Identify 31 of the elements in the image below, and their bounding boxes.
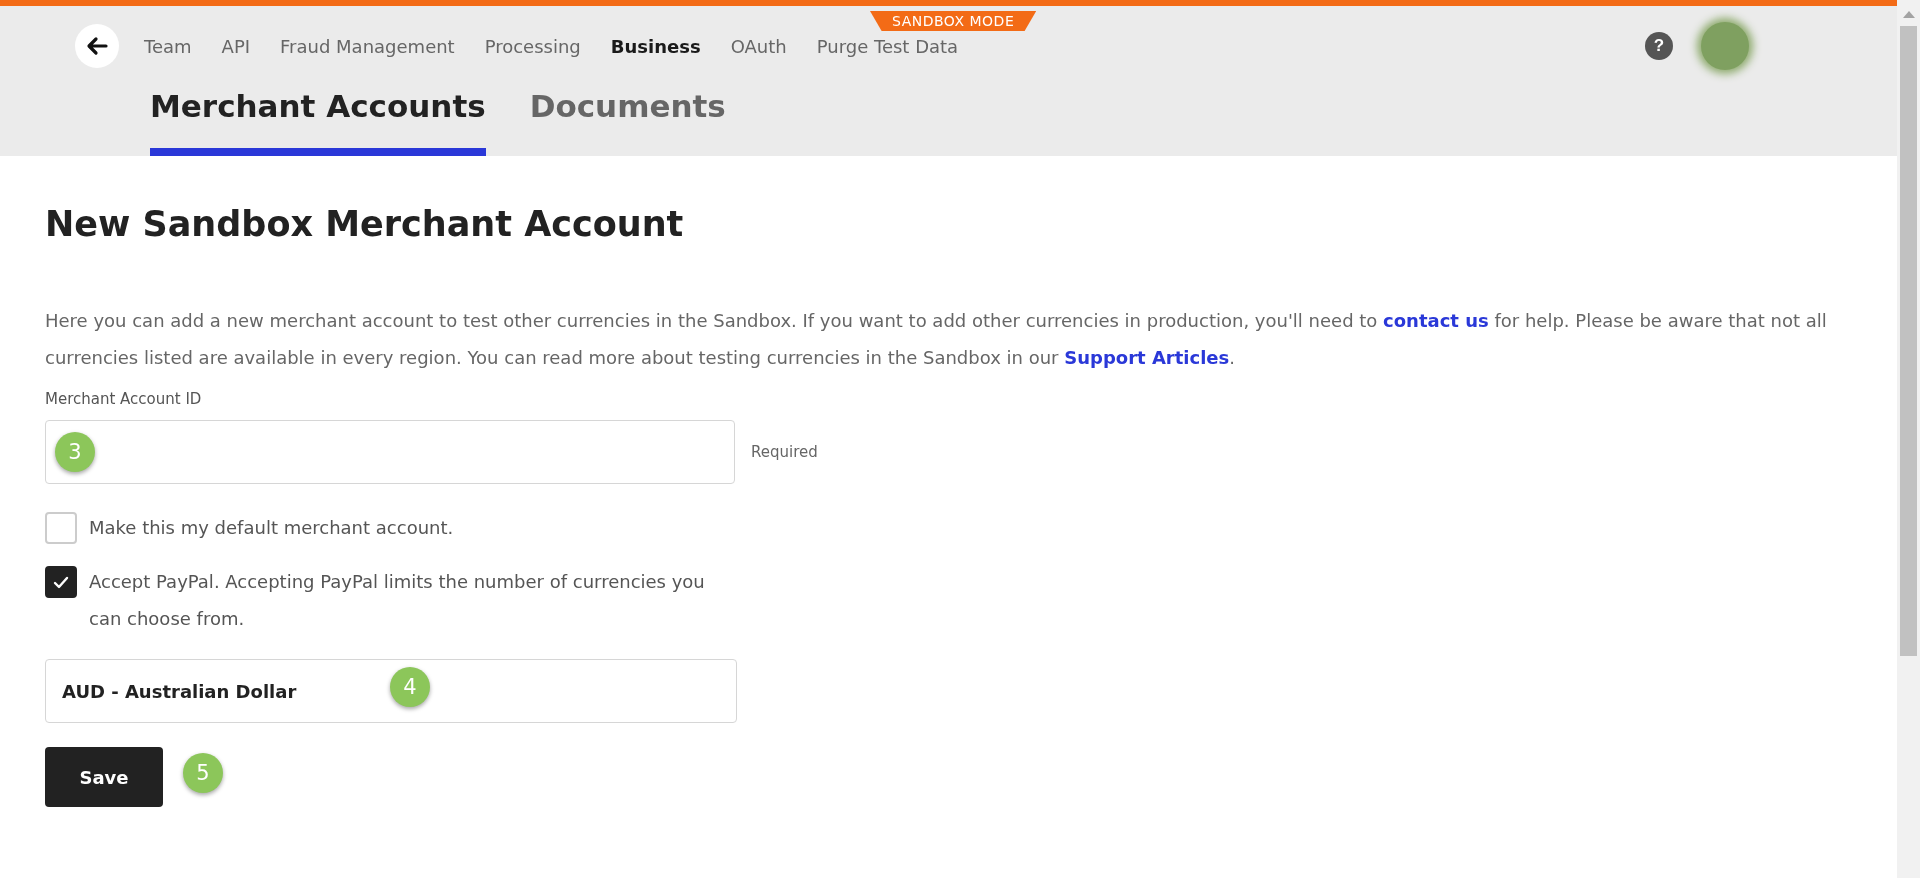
field-label: Merchant Account ID [45,390,203,408]
checkbox-label: Accept PayPal. Accepting PayPal limits the number of currencies you can choose from. [89,570,706,631]
merchant-id-field[interactable] [45,420,735,484]
nav-link[interactable]: Fraud Management [280,35,455,57]
scrollbar[interactable] [1897,0,1920,878]
tab[interactable]: Documents [529,86,726,156]
back-button[interactable] [75,24,119,68]
back-arrow-icon [86,36,108,56]
nav-link[interactable]: Purge Test Data [816,35,959,57]
help-button[interactable]: ? [1645,32,1673,60]
page-title: New Sandbox Merchant Account [45,204,685,244]
required-hint: Required [751,443,818,461]
checkmark-icon [53,575,69,589]
sandbox-mode-banner: SANDBOX MODE [870,11,1037,31]
nav-link[interactable]: Team [144,35,192,57]
scroll-up-icon[interactable] [1902,10,1915,18]
link[interactable]: contact us [1383,310,1489,331]
checkbox-label: Make this my default merchant account. [89,516,454,540]
nav-link[interactable]: API [221,35,251,57]
nav-link[interactable]: Business [610,35,701,57]
avatar[interactable] [1701,22,1749,70]
nav-link[interactable]: OAuth [730,35,787,57]
nav-link[interactable]: Processing [484,35,581,57]
tab[interactable]: Merchant Accounts [150,86,486,156]
scrollbar-thumb[interactable] [1900,26,1917,656]
checkbox[interactable] [45,566,77,598]
callout-marker: 5 [183,753,223,793]
save-button[interactable]: Save [45,747,163,807]
intro-paragraph: Here you can add a new merchant account to test other currencies in the Sandbox. If you want to add other currencies in production, you'll need to contact us for help. Please be aware that not all currencies listed are available in every region. You can read more about testing currencies in the Sandbox in our Support Articles. [45,309,1828,370]
callout-marker: 4 [390,667,430,707]
link[interactable]: Support Articles [1064,347,1230,368]
